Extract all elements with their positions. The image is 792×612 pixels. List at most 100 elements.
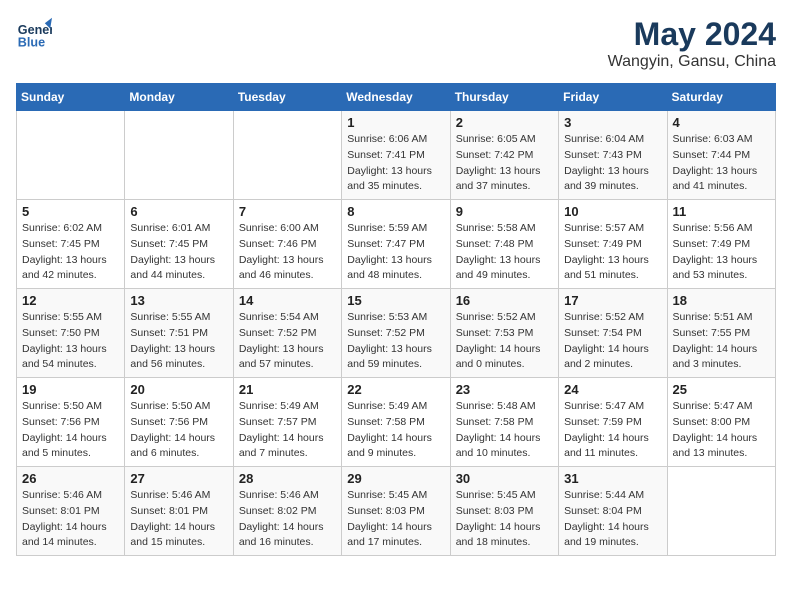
day-info: Sunrise: 5:47 AM Sunset: 8:00 PM Dayligh… xyxy=(673,399,770,462)
calendar-cell: 30 Sunrise: 5:45 AM Sunset: 8:03 PM Dayli… xyxy=(450,467,558,556)
day-number: 18 xyxy=(673,293,770,308)
calendar-cell: 11 Sunrise: 5:56 AM Sunset: 7:49 PM Dayli… xyxy=(667,200,775,289)
calendar-cell: 15Sunrise: 5:53 AM Sunset: 7:52 PM Dayli… xyxy=(342,289,450,378)
calendar-week-5: 26Sunrise: 5:46 AM Sunset: 8:01 PM Dayli… xyxy=(17,467,776,556)
calendar-table: SundayMondayTuesdayWednesdayThursdayFrid… xyxy=(16,83,776,556)
page-title: May 2024 xyxy=(608,16,776,53)
weekday-header-tuesday: Tuesday xyxy=(233,84,341,111)
calendar-cell xyxy=(125,111,233,200)
day-number: 16 xyxy=(456,293,553,308)
day-info: Sunrise: 5:59 AM Sunset: 7:47 PM Dayligh… xyxy=(347,221,444,284)
calendar-cell: 5 Sunrise: 6:02 AM Sunset: 7:45 PM Daylig… xyxy=(17,200,125,289)
day-number: 8 xyxy=(347,204,444,219)
day-info: Sunrise: 5:52 AM Sunset: 7:54 PM Dayligh… xyxy=(564,310,661,373)
day-info: Sunrise: 5:56 AM Sunset: 7:49 PM Dayligh… xyxy=(673,221,770,284)
page-subtitle: Wangyin, Gansu, China xyxy=(608,53,776,71)
day-info: Sunrise: 5:47 AM Sunset: 7:59 PM Dayligh… xyxy=(564,399,661,462)
day-number: 6 xyxy=(130,204,227,219)
weekday-header-friday: Friday xyxy=(559,84,667,111)
page-header: General Blue May 2024 Wangyin, Gansu, Ch… xyxy=(16,16,776,71)
day-info: Sunrise: 5:48 AM Sunset: 7:58 PM Dayligh… xyxy=(456,399,553,462)
calendar-cell: 14 Sunrise: 5:54 AM Sunset: 7:52 PM Dayli… xyxy=(233,289,341,378)
day-info: Sunrise: 5:46 AM Sunset: 8:01 PM Dayligh… xyxy=(130,488,227,551)
title-block: May 2024 Wangyin, Gansu, China xyxy=(608,16,776,71)
day-number: 15 xyxy=(347,293,444,308)
calendar-cell xyxy=(17,111,125,200)
day-number: 29 xyxy=(347,471,444,486)
calendar-cell: 18 Sunrise: 5:51 AM Sunset: 7:55 PM Dayli… xyxy=(667,289,775,378)
day-number: 7 xyxy=(239,204,336,219)
calendar-cell: 6 Sunrise: 6:01 AM Sunset: 7:45 PM Daylig… xyxy=(125,200,233,289)
calendar-week-4: 19 Sunrise: 5:50 AM Sunset: 7:56 PM Dayli… xyxy=(17,378,776,467)
calendar-cell: 12Sunrise: 5:55 AM Sunset: 7:50 PM Dayli… xyxy=(17,289,125,378)
calendar-cell: 13Sunrise: 5:55 AM Sunset: 7:51 PM Dayli… xyxy=(125,289,233,378)
day-info: Sunrise: 5:52 AM Sunset: 7:53 PM Dayligh… xyxy=(456,310,553,373)
day-info: Sunrise: 6:01 AM Sunset: 7:45 PM Dayligh… xyxy=(130,221,227,284)
day-number: 24 xyxy=(564,382,661,397)
calendar-week-2: 5 Sunrise: 6:02 AM Sunset: 7:45 PM Daylig… xyxy=(17,200,776,289)
calendar-cell: 16 Sunrise: 5:52 AM Sunset: 7:53 PM Dayli… xyxy=(450,289,558,378)
calendar-cell xyxy=(667,467,775,556)
calendar-cell: 25 Sunrise: 5:47 AM Sunset: 8:00 PM Dayli… xyxy=(667,378,775,467)
day-number: 25 xyxy=(673,382,770,397)
calendar-cell: 2 Sunrise: 6:05 AM Sunset: 7:42 PM Daylig… xyxy=(450,111,558,200)
calendar-cell: 29 Sunrise: 5:45 AM Sunset: 8:03 PM Dayli… xyxy=(342,467,450,556)
day-number: 1 xyxy=(347,115,444,130)
calendar-cell: 28 Sunrise: 5:46 AM Sunset: 8:02 PM Dayli… xyxy=(233,467,341,556)
day-info: Sunrise: 6:03 AM Sunset: 7:44 PM Dayligh… xyxy=(673,132,770,195)
day-number: 30 xyxy=(456,471,553,486)
day-number: 19 xyxy=(22,382,119,397)
calendar-cell: 27 Sunrise: 5:46 AM Sunset: 8:01 PM Dayli… xyxy=(125,467,233,556)
day-number: 17 xyxy=(564,293,661,308)
day-number: 28 xyxy=(239,471,336,486)
calendar-cell: 31Sunrise: 5:44 AM Sunset: 8:04 PM Dayli… xyxy=(559,467,667,556)
day-info: Sunrise: 5:49 AM Sunset: 7:58 PM Dayligh… xyxy=(347,399,444,462)
day-info: Sunrise: 5:46 AM Sunset: 8:02 PM Dayligh… xyxy=(239,488,336,551)
calendar-cell: 23 Sunrise: 5:48 AM Sunset: 7:58 PM Dayli… xyxy=(450,378,558,467)
calendar-cell: 8 Sunrise: 5:59 AM Sunset: 7:47 PM Daylig… xyxy=(342,200,450,289)
day-info: Sunrise: 5:51 AM Sunset: 7:55 PM Dayligh… xyxy=(673,310,770,373)
day-number: 9 xyxy=(456,204,553,219)
logo: General Blue xyxy=(16,16,52,52)
calendar-cell xyxy=(233,111,341,200)
day-info: Sunrise: 5:45 AM Sunset: 8:03 PM Dayligh… xyxy=(456,488,553,551)
calendar-cell: 24 Sunrise: 5:47 AM Sunset: 7:59 PM Dayli… xyxy=(559,378,667,467)
day-number: 11 xyxy=(673,204,770,219)
calendar-cell: 22Sunrise: 5:49 AM Sunset: 7:58 PM Dayli… xyxy=(342,378,450,467)
day-info: Sunrise: 6:02 AM Sunset: 7:45 PM Dayligh… xyxy=(22,221,119,284)
calendar-cell: 26Sunrise: 5:46 AM Sunset: 8:01 PM Dayli… xyxy=(17,467,125,556)
calendar-cell: 10 Sunrise: 5:57 AM Sunset: 7:49 PM Dayli… xyxy=(559,200,667,289)
day-info: Sunrise: 5:49 AM Sunset: 7:57 PM Dayligh… xyxy=(239,399,336,462)
day-number: 10 xyxy=(564,204,661,219)
day-number: 14 xyxy=(239,293,336,308)
day-number: 27 xyxy=(130,471,227,486)
day-number: 12 xyxy=(22,293,119,308)
weekday-header-sunday: Sunday xyxy=(17,84,125,111)
calendar-week-1: 1Sunrise: 6:06 AM Sunset: 7:41 PM Daylig… xyxy=(17,111,776,200)
day-info: Sunrise: 5:54 AM Sunset: 7:52 PM Dayligh… xyxy=(239,310,336,373)
calendar-cell: 21 Sunrise: 5:49 AM Sunset: 7:57 PM Dayli… xyxy=(233,378,341,467)
day-number: 21 xyxy=(239,382,336,397)
weekday-header-thursday: Thursday xyxy=(450,84,558,111)
day-number: 2 xyxy=(456,115,553,130)
logo-icon: General Blue xyxy=(16,16,52,52)
day-number: 13 xyxy=(130,293,227,308)
day-number: 5 xyxy=(22,204,119,219)
weekday-header-monday: Monday xyxy=(125,84,233,111)
day-number: 23 xyxy=(456,382,553,397)
day-info: Sunrise: 6:05 AM Sunset: 7:42 PM Dayligh… xyxy=(456,132,553,195)
calendar-cell: 7 Sunrise: 6:00 AM Sunset: 7:46 PM Daylig… xyxy=(233,200,341,289)
day-number: 3 xyxy=(564,115,661,130)
calendar-cell: 3Sunrise: 6:04 AM Sunset: 7:43 PM Daylig… xyxy=(559,111,667,200)
calendar-cell: 17 Sunrise: 5:52 AM Sunset: 7:54 PM Dayli… xyxy=(559,289,667,378)
calendar-cell: 20Sunrise: 5:50 AM Sunset: 7:56 PM Dayli… xyxy=(125,378,233,467)
weekday-header-saturday: Saturday xyxy=(667,84,775,111)
day-info: Sunrise: 6:00 AM Sunset: 7:46 PM Dayligh… xyxy=(239,221,336,284)
day-number: 20 xyxy=(130,382,227,397)
calendar-cell: 4Sunrise: 6:03 AM Sunset: 7:44 PM Daylig… xyxy=(667,111,775,200)
calendar-week-3: 12Sunrise: 5:55 AM Sunset: 7:50 PM Dayli… xyxy=(17,289,776,378)
day-info: Sunrise: 5:58 AM Sunset: 7:48 PM Dayligh… xyxy=(456,221,553,284)
day-info: Sunrise: 5:57 AM Sunset: 7:49 PM Dayligh… xyxy=(564,221,661,284)
day-info: Sunrise: 5:50 AM Sunset: 7:56 PM Dayligh… xyxy=(22,399,119,462)
day-info: Sunrise: 5:45 AM Sunset: 8:03 PM Dayligh… xyxy=(347,488,444,551)
